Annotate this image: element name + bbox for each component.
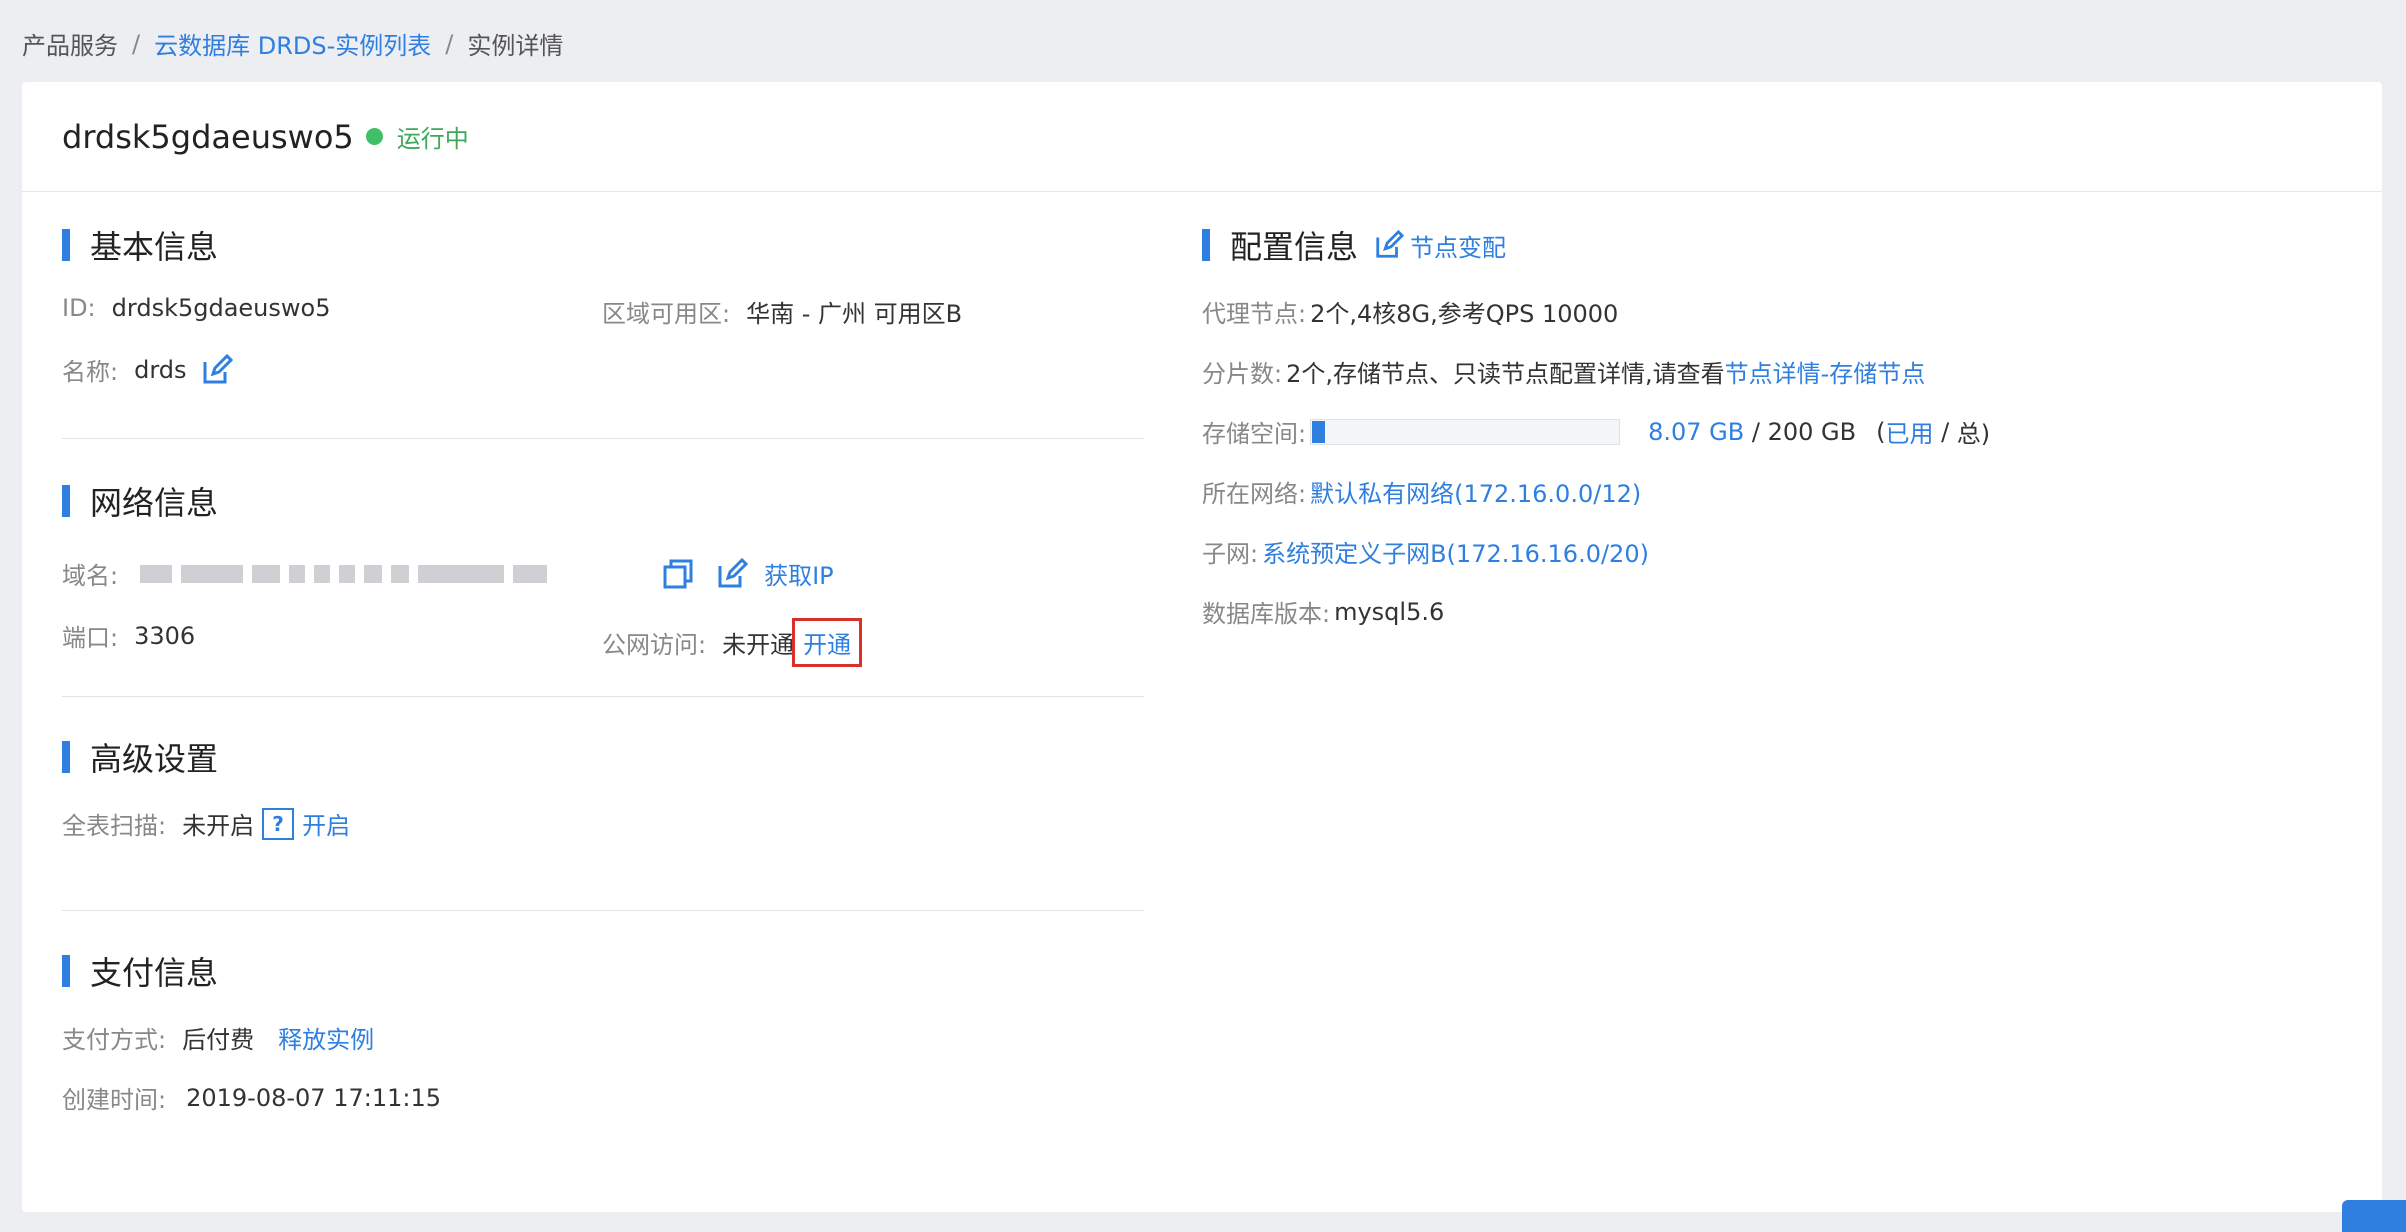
enable-full-scan-link[interactable]: 开启 <box>302 806 350 841</box>
domain-label: 域名: <box>62 562 119 590</box>
subnet-label: 子网: <box>1202 540 1259 568</box>
config-info-title: 配置信息 节点变配 <box>1202 222 1506 268</box>
section-bar <box>62 955 70 987</box>
created-time-value: 2019-08-07 17:11:15 <box>186 1083 441 1112</box>
subnet-link[interactable]: 系统预定义子网B(172.16.16.0/20) <box>1262 534 1649 569</box>
edit-icon[interactable] <box>716 557 749 590</box>
storage-separator: / <box>1744 417 1768 446</box>
storage-node-detail-link[interactable]: 节点详情-存储节点 <box>1725 354 1926 389</box>
payment-method-row: 支付方式: 后付费 释放实例 <box>62 1020 374 1055</box>
region-value: 华南 - 广州 可用区B <box>746 300 963 328</box>
port-value: 3306 <box>134 621 196 650</box>
legend-paren: ( <box>1876 417 1886 446</box>
vpc-link[interactable]: 默认私有网络(172.16.0.0/12) <box>1310 474 1641 509</box>
db-version-value: mysql5.6 <box>1334 597 1445 626</box>
name-value: drds <box>134 355 187 384</box>
payment-method-label: 支付方式: <box>62 1026 167 1054</box>
payment-info-title-text: 支付信息 <box>90 954 219 992</box>
status-dot <box>365 128 383 145</box>
instance-detail-card: drdsk5gdaeuswo5 运行中 基本信息 ID: drdsk5gdaeu… <box>22 82 2382 1212</box>
payment-info-title: 支付信息 <box>62 948 218 994</box>
edit-icon <box>1376 230 1405 258</box>
breadcrumb: 产品服务 / 云数据库 DRDS-实例列表 / 实例详情 <box>22 26 563 61</box>
breadcrumb-separator: / <box>445 29 454 58</box>
proxy-node-row: 代理节点: 2个,4核8G,参考QPS 10000 <box>1202 294 1618 329</box>
created-time-label: 创建时间: <box>62 1086 167 1114</box>
shard-value: 2个,存储节点、只读节点配置详情,请查看 <box>1286 360 1725 388</box>
config-info-title-text: 配置信息 <box>1230 228 1359 266</box>
name-label: 名称: <box>62 358 119 386</box>
domain-row: 域名: 获取IP <box>62 556 834 591</box>
release-instance-link[interactable]: 释放实例 <box>278 1020 374 1055</box>
section-bar <box>62 741 70 773</box>
get-ip-link[interactable]: 获取IP <box>764 556 834 591</box>
legend-used: 已用 <box>1885 420 1934 448</box>
basic-info-title: 基本信息 <box>62 222 218 268</box>
divider <box>62 696 1144 697</box>
help-chat-button[interactable] <box>2342 1200 2406 1232</box>
legend-total: 总) <box>1956 420 1991 448</box>
instance-name: drdsk5gdaeuswo5 <box>62 117 354 156</box>
legend-separator: / <box>1933 417 1957 446</box>
breadcrumb-instance-list[interactable]: 云数据库 DRDS-实例列表 <box>154 26 431 61</box>
shard-row: 分片数: 2个,存储节点、只读节点配置详情,请查看 节点详情-存储节点 <box>1202 354 1925 389</box>
public-access-row: 公网访问: 未开通 开通 <box>602 618 863 667</box>
card-header: drdsk5gdaeuswo5 运行中 <box>22 82 2382 192</box>
section-bar <box>62 485 70 517</box>
proxy-node-value: 2个,4核8G,参考QPS 10000 <box>1310 300 1619 328</box>
full-scan-row: 全表扫描: 未开启 ? 开启 <box>62 806 350 841</box>
full-scan-value: 未开启 <box>182 812 255 840</box>
shard-label: 分片数: <box>1202 360 1283 388</box>
storage-used: 8.07 GB <box>1648 417 1745 446</box>
breadcrumb-separator: / <box>132 29 141 58</box>
breadcrumb-current: 实例详情 <box>467 32 564 60</box>
section-bar <box>62 229 70 261</box>
storage-progress-bar <box>1310 418 1621 445</box>
subnet-row: 子网: 系统预定义子网B(172.16.16.0/20) <box>1202 534 1649 569</box>
vpc-row: 所在网络: 默认私有网络(172.16.0.0/12) <box>1202 474 1641 509</box>
db-version-row: 数据库版本: mysql5.6 <box>1202 594 1444 629</box>
region-row: 区域可用区: 华南 - 广州 可用区B <box>602 294 962 329</box>
network-info-title-text: 网络信息 <box>90 484 219 522</box>
port-row: 端口: 3306 <box>62 618 195 653</box>
public-access-value: 未开通 <box>722 631 795 659</box>
status-badge: 运行中 <box>396 125 469 153</box>
db-version-label: 数据库版本: <box>1202 600 1331 628</box>
port-label: 端口: <box>62 624 119 652</box>
advanced-settings-title: 高级设置 <box>62 734 218 780</box>
breadcrumb-products[interactable]: 产品服务 <box>22 26 118 61</box>
masked-domain-value <box>140 564 636 583</box>
copy-icon[interactable] <box>662 558 694 590</box>
proxy-node-label: 代理节点: <box>1202 300 1307 328</box>
storage-row: 存储空间: 8.07 GB / 200 GB ( 已用 / 总) <box>1202 414 1990 449</box>
id-row: ID: drdsk5gdaeuswo5 <box>62 294 330 322</box>
enable-public-access-button[interactable]: 开通 <box>792 618 863 667</box>
divider <box>62 910 1144 911</box>
id-label: ID: <box>62 294 96 322</box>
region-label: 区域可用区: <box>602 300 731 328</box>
basic-info-title-text: 基本信息 <box>90 228 219 266</box>
help-icon[interactable]: ? <box>262 807 295 840</box>
edit-icon[interactable] <box>201 353 233 386</box>
id-value: drdsk5gdaeuswo5 <box>111 294 331 322</box>
payment-method-value: 后付费 <box>182 1026 255 1054</box>
vpc-label: 所在网络: <box>1202 480 1307 508</box>
full-scan-label: 全表扫描: <box>62 812 167 840</box>
created-time-row: 创建时间: 2019-08-07 17:11:15 <box>62 1080 441 1115</box>
node-change-link[interactable]: 节点变配 <box>1374 228 1506 263</box>
section-bar <box>1202 229 1210 261</box>
network-info-title: 网络信息 <box>62 478 218 524</box>
public-access-label: 公网访问: <box>602 631 707 659</box>
storage-total: 200 GB <box>1767 417 1857 446</box>
advanced-settings-title-text: 高级设置 <box>90 740 219 778</box>
storage-progress-fill <box>1312 420 1325 443</box>
storage-label: 存储空间: <box>1202 420 1307 448</box>
node-change-label: 节点变配 <box>1410 233 1507 262</box>
name-row: 名称: drds <box>62 352 233 387</box>
divider <box>62 438 1144 439</box>
